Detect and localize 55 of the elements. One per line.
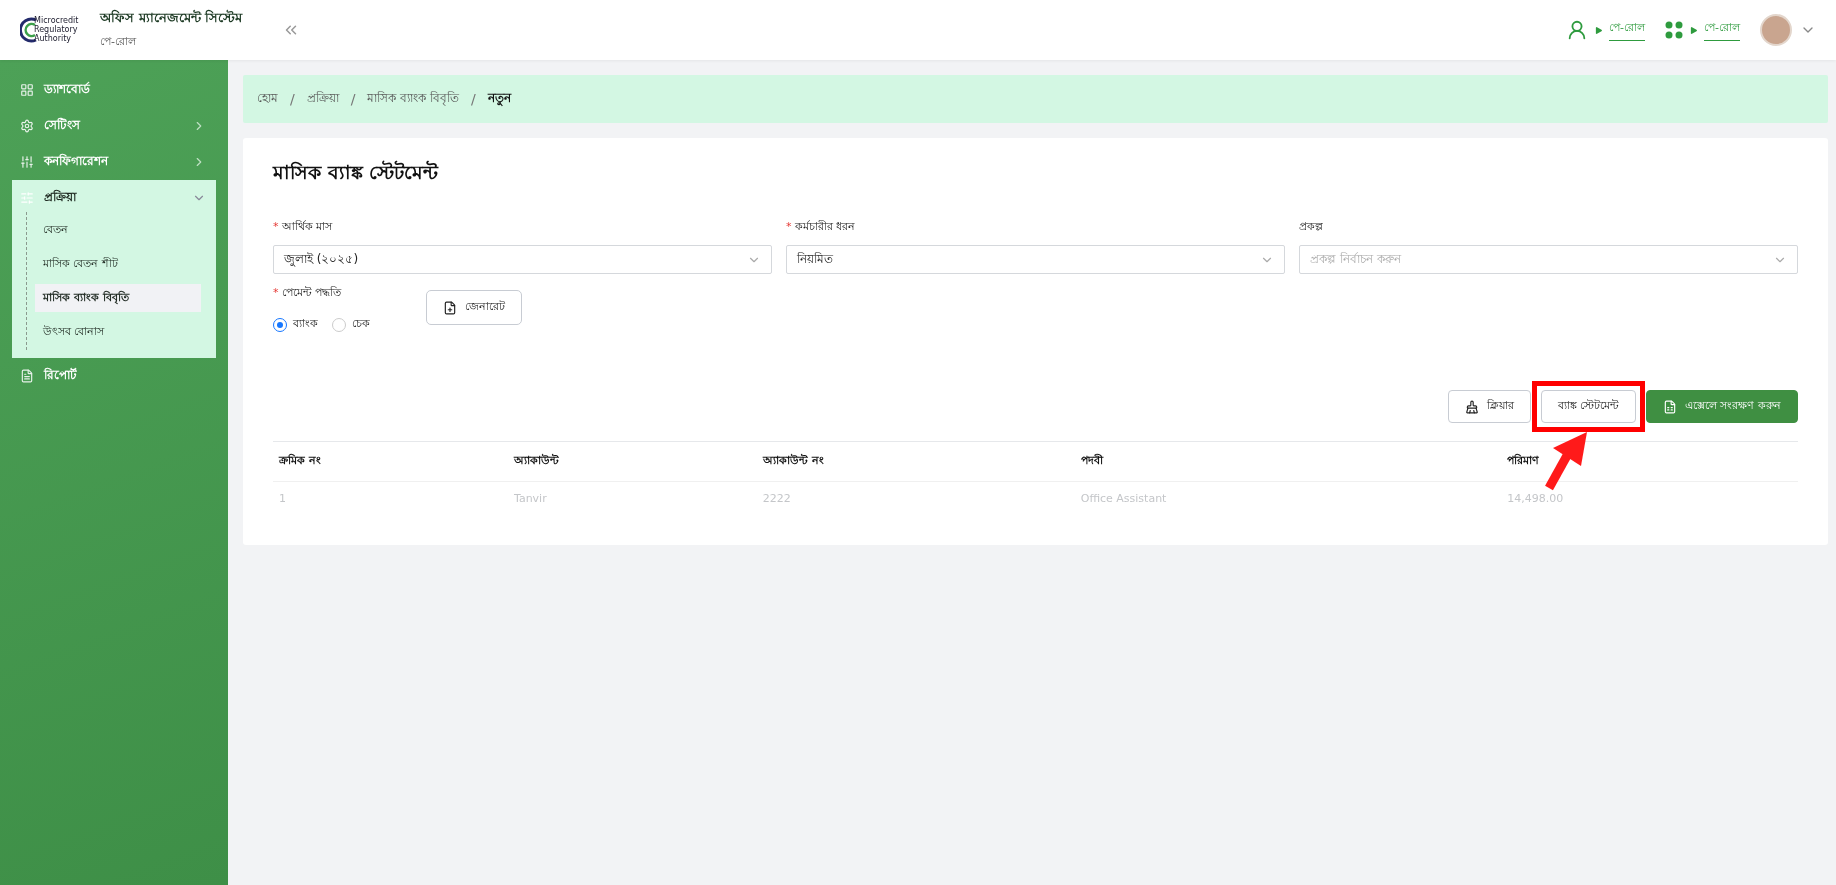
bank-statement-button[interactable]: ব্যাঙ্ক স্টেটমেন্ট: [1540, 390, 1636, 423]
file-plus-icon: [443, 300, 457, 315]
clear-button[interactable]: ক্লিয়ার: [1447, 390, 1531, 423]
arrow-annotation: [1542, 432, 1589, 490]
table-cell: 1: [273, 481, 508, 515]
logo-text: Regulatory: [34, 25, 79, 34]
app-subtitle: পে-রোল: [100, 34, 138, 50]
sidebar-subitem[interactable]: উৎসব বোনাস: [35, 318, 201, 346]
sidebar-subitem[interactable]: বেতন: [35, 216, 201, 244]
breadcrumb-link[interactable]: নতুন: [487, 89, 511, 109]
breadcrumb-separator: /: [471, 91, 476, 107]
field-label: * কর্মচারীর ধরন: [786, 219, 856, 235]
column-header: অ্যাকাউন্ট নং: [756, 441, 1075, 482]
module-link[interactable]: পে-রোল: [1609, 19, 1645, 41]
breadcrumb-link[interactable]: প্রক্রিয়া: [306, 89, 339, 109]
sliders-icon: [20, 191, 34, 205]
table-cell: Office Assistant: [1074, 481, 1502, 515]
spreadsheet-icon: [1663, 399, 1677, 414]
column-header: অ্যাকাউন্ট: [508, 441, 757, 482]
select-field[interactable]: নিয়মিত: [786, 245, 1285, 274]
document-icon: [20, 369, 34, 383]
grid-icon[interactable]: [1665, 21, 1683, 39]
breadcrumb-separator: /: [290, 91, 295, 107]
column-header: পদবী: [1074, 441, 1502, 482]
dashboard-icon: [20, 83, 34, 97]
export-excel-button[interactable]: এক্সেলে সংরক্ষণ করুন: [1646, 390, 1798, 423]
column-header: ক্রমিক নং: [273, 441, 508, 482]
breadcrumb-separator: /: [350, 91, 356, 107]
table-cell: 14,498.00: [1501, 481, 1798, 515]
field-label: * পেমেন্ট পদ্ধতি: [273, 285, 343, 301]
radio-label: চেক: [352, 316, 370, 332]
generate-button[interactable]: জেনারেট: [426, 290, 522, 325]
column-header: পরিমাণ: [1501, 441, 1798, 482]
sidebar-subitem[interactable]: মাসিক বেতন শীট: [35, 250, 201, 278]
play-icon: [1689, 25, 1698, 35]
app-title: অফিস ম্যানেজমেন্ট সিস্টেম: [100, 8, 243, 27]
breadcrumb-link[interactable]: মাসিক ব্যাংক বিবৃতি: [367, 89, 460, 109]
page-title: মাসিক ব্যাঙ্ক স্টেটমেন্ট: [273, 159, 440, 185]
breadcrumb-link[interactable]: হোম: [257, 89, 278, 109]
radio-label: ব্যাংক: [293, 316, 318, 332]
module-link[interactable]: পে-রোল: [1704, 19, 1740, 41]
broom-icon: [1464, 399, 1479, 414]
field-label: * আর্থিক মাস: [273, 219, 334, 235]
logo-text: Authority: [34, 34, 72, 43]
avatar[interactable]: [1760, 14, 1792, 46]
logo-text: Microcredit: [34, 16, 79, 25]
gear-icon: [20, 119, 34, 133]
sliders-icon: [20, 155, 34, 169]
play-icon: [1594, 25, 1604, 35]
sidebar-group[interactable]: প্রক্রিয়া: [12, 184, 216, 212]
select-field[interactable]: জুলাই (২০২৫): [273, 245, 772, 274]
sidebar-subitem[interactable]: মাসিক ব্যাংক বিবৃতি: [35, 284, 201, 312]
table-cell: 2222: [756, 481, 1075, 515]
field-label: প্রকল্প: [1299, 219, 1324, 235]
table-cell: Tanvir: [508, 481, 757, 515]
